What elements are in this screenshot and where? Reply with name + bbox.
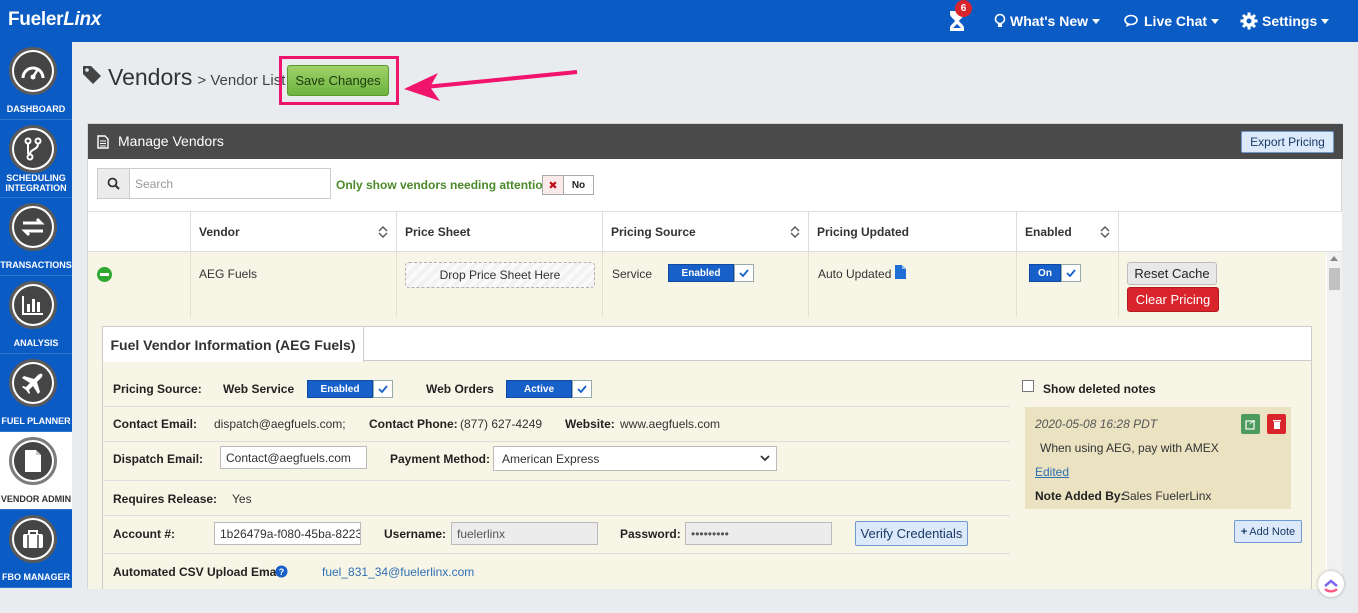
column-vendor[interactable]: Vendor (190, 212, 396, 252)
verify-credentials-button[interactable]: Verify Credentials (855, 521, 968, 546)
lightbulb-icon (994, 13, 1006, 27)
gear-icon (1240, 12, 1258, 30)
note-card: 2020-05-08 16:28 PDT When using AEG, pay… (1025, 407, 1291, 509)
pricing-source-toggle[interactable]: Enabled (668, 264, 754, 282)
password-field[interactable]: ••••••••• (685, 522, 832, 545)
svg-text:?: ? (279, 567, 285, 577)
sidebar-item-transactions[interactable]: TRANSACTIONS (0, 198, 72, 276)
chat-bubbles-icon (1124, 14, 1138, 27)
scroll-thumb[interactable] (1329, 268, 1340, 290)
file-icon[interactable] (894, 264, 907, 280)
document-icon (14, 442, 52, 480)
sidebar: DASHBOARD SCHEDULING INTEGRATION TRANSAC… (0, 42, 72, 588)
page-title: Vendors > Vendor List (82, 64, 285, 91)
analysis-chart-icon (14, 286, 52, 324)
scroll-up-icon[interactable] (1330, 256, 1338, 261)
attention-filter-label: Only show vendors needing attention (336, 178, 551, 192)
requires-release-value: Yes (232, 492, 252, 506)
column-pricing-updated[interactable]: Pricing Updated (808, 212, 1016, 252)
top-navbar: FuelerLinx 6 What's New Live Chat Settin… (0, 0, 1358, 42)
transactions-arrows-icon (14, 208, 52, 246)
search-input[interactable] (131, 169, 329, 198)
plus-icon: + (1240, 525, 1248, 538)
clear-pricing-button[interactable]: Clear Pricing (1127, 287, 1219, 312)
sidebar-item-vendor-admin[interactable]: VENDOR ADMIN (0, 432, 72, 510)
save-changes-button[interactable]: Save Changes (287, 65, 389, 96)
note-date: 2020-05-08 16:28 PDT (1035, 417, 1158, 431)
csv-upload-email-link[interactable]: fuel_831_34@fuelerlinx.com (322, 565, 474, 579)
panel-header: Manage Vendors Export Pricing (88, 124, 1343, 159)
settings-menu[interactable]: Settings (1240, 0, 1330, 42)
document-list-icon (97, 135, 109, 149)
dashboard-gauge-icon (14, 52, 52, 90)
sidebar-item-dashboard[interactable]: DASHBOARD (0, 42, 72, 120)
annotation-arrow-icon (404, 70, 578, 101)
username-field[interactable]: fuelerlinx (451, 522, 598, 545)
column-price-sheet[interactable]: Price Sheet (396, 212, 602, 252)
close-icon: ✖ (543, 176, 564, 194)
contact-email-value: dispatch@aegfuels.com; (214, 417, 346, 431)
note-added-by: Sales FuelerLinx (1122, 489, 1212, 503)
table-scrollbar[interactable] (1327, 252, 1342, 587)
clickup-widget-icon[interactable] (1318, 571, 1344, 597)
pricing-source-value: Service (612, 267, 653, 281)
web-orders-toggle[interactable]: Active (506, 380, 592, 398)
sort-icon (378, 226, 388, 238)
notification-count-badge: 6 (955, 0, 972, 17)
add-note-button[interactable]: + Add Note (1234, 520, 1302, 543)
export-pricing-button[interactable]: Export Pricing (1241, 131, 1334, 153)
manage-vendors-panel: Manage Vendors Export Pricing Only show … (87, 123, 1343, 589)
vendor-table-header: Vendor Price Sheet Pricing Source Pricin… (88, 211, 1342, 252)
vendor-name: AEG Fuels (199, 267, 258, 281)
airplane-icon (14, 364, 52, 402)
live-chat-menu[interactable]: Live Chat (1124, 0, 1220, 42)
sidebar-item-scheduling-integration[interactable]: SCHEDULING INTEGRATION (0, 120, 72, 198)
column-pricing-source[interactable]: Pricing Source (602, 212, 808, 252)
note-edited-link[interactable]: Edited (1035, 465, 1069, 479)
pricing-updated-value: Auto Updated (818, 267, 892, 281)
breadcrumb: > Vendor List (197, 72, 286, 89)
checkmark-icon (373, 380, 393, 398)
sort-icon (1100, 226, 1110, 238)
checkmark-icon (1061, 264, 1081, 282)
edit-note-icon[interactable] (1241, 414, 1260, 434)
show-deleted-notes-checkbox[interactable] (1022, 380, 1034, 392)
search-box (97, 168, 331, 199)
scheduling-branch-icon (14, 130, 52, 168)
chevron-down-icon (760, 455, 770, 462)
tag-icon (83, 66, 101, 84)
sort-icon (790, 226, 800, 238)
briefcase-icon (14, 520, 52, 558)
account-number-field[interactable]: 1b26479a-f080-45ba-8223 (214, 522, 361, 545)
vendor-enabled-toggle[interactable]: On (1029, 264, 1081, 282)
whats-new-menu[interactable]: What's New (994, 0, 1101, 42)
contact-phone-value: (877) 627-4249 (460, 417, 543, 431)
column-enabled[interactable]: Enabled (1016, 212, 1118, 252)
checkmark-icon (572, 380, 592, 398)
search-icon[interactable] (98, 169, 130, 198)
price-sheet-dropzone[interactable]: Drop Price Sheet Here (405, 262, 595, 288)
sidebar-item-fuel-planner[interactable]: FUEL PLANNER (0, 354, 72, 432)
collapse-row-icon[interactable] (97, 267, 112, 282)
chevron-down-icon (1092, 18, 1101, 24)
web-service-toggle[interactable]: Enabled (307, 380, 393, 398)
chevron-down-icon (1211, 18, 1220, 24)
dispatch-email-field[interactable]: Contact@aegfuels.com (220, 446, 367, 469)
sidebar-item-analysis[interactable]: ANALYSIS (0, 276, 72, 354)
checkmark-icon (734, 264, 754, 282)
chevron-down-icon (1321, 18, 1330, 24)
help-icon[interactable]: ? (275, 565, 288, 578)
reset-cache-button[interactable]: Reset Cache (1127, 262, 1217, 285)
payment-method-select[interactable]: American Express (493, 446, 777, 471)
delete-note-icon[interactable] (1267, 414, 1286, 434)
note-text: When using AEG, pay with AMEX (1040, 441, 1219, 455)
fuelerlinx-logo[interactable]: FuelerLinx (8, 9, 101, 31)
tab-fuel-vendor-information[interactable]: Fuel Vendor Information (AEG Fuels) (102, 326, 364, 362)
sidebar-item-fbo-manager[interactable]: FBO MANAGER (0, 510, 72, 588)
attention-filter-toggle[interactable]: ✖ No (542, 175, 594, 195)
website-value: www.aegfuels.com (620, 417, 721, 431)
